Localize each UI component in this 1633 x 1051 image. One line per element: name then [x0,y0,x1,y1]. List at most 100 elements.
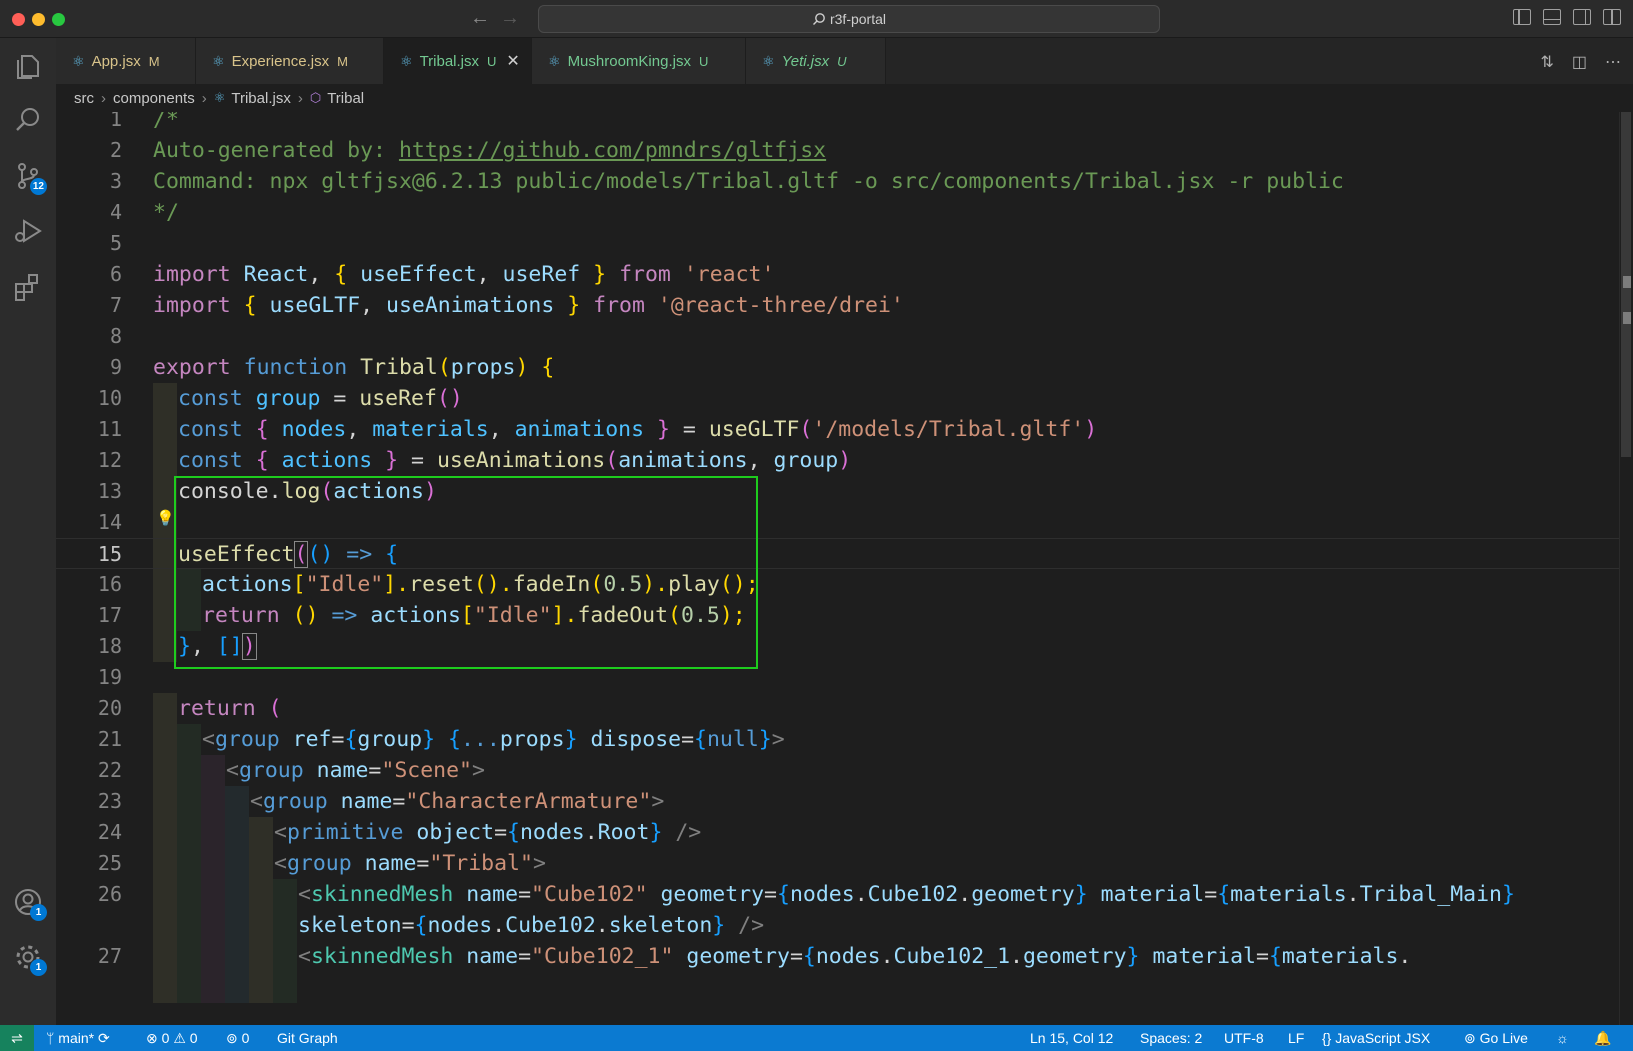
code-line: 19 [97,665,122,689]
command-center[interactable]: r3f-portal [538,5,1160,33]
code-line: 5 [109,231,122,255]
code-line: 7 import { useGLTF, useAnimations } from … [109,293,904,318]
react-file-icon: ⚛ [72,52,85,69]
code-line-wrapped: skeleton={nodes.Cube102.skeleton} /> [298,913,765,938]
problems-status[interactable]: ⊗ 0 ⚠ 0 [146,1025,198,1051]
braces-icon: {} [1322,1030,1332,1046]
copilot-icon[interactable]: ☼ [1556,1025,1569,1051]
breadcrumb-item-src[interactable]: src [74,90,94,107]
code-line: 11 const { nodes, materials, animations }… [97,417,1098,442]
close-window-button[interactable] [12,13,25,26]
code-line: 3 Command: npx gltfjsx@6.2.13 public/mode… [109,169,1344,194]
accounts-badge: 1 [30,904,47,921]
code-editor[interactable]: 1/* 2 Auto-generated by: https://github.c… [56,112,1633,1025]
tab-experience-jsx[interactable]: ⚛ Experience.jsx M [196,38,384,84]
breadcrumb-item-components[interactable]: components [113,90,195,107]
eol-status[interactable]: LF [1288,1025,1304,1051]
search-icon[interactable] [12,104,44,136]
tab-yeti-jsx[interactable]: ⚛ Yeti.jsx U [746,38,886,84]
git-graph-button[interactable]: Git Graph [277,1025,338,1051]
toggle-primary-sidebar-icon[interactable] [1513,9,1531,25]
breadcrumb-item-file[interactable]: Tribal.jsx [231,90,290,107]
code-line: 24 <primitive object={nodes.Root} /> [97,820,702,845]
indentation-status[interactable]: Spaces: 2 [1140,1025,1202,1051]
run-debug-icon[interactable] [12,215,44,247]
language-status[interactable]: {} JavaScript JSX [1322,1025,1430,1051]
code-line: 17 return () => actions["Idle"].fadeOut(0… [97,603,746,628]
tab-git-status: M [148,53,160,69]
branch-icon: ᛘ [46,1030,55,1046]
code-line: 26 <skinnedMesh name="Cube102" geometry={… [97,882,1515,907]
react-file-icon: ⚛ [548,52,561,69]
code-link[interactable]: https://github.com/pmndrs/gltfjsx [399,138,826,163]
source-control-badge: 12 [29,178,47,195]
explorer-icon[interactable] [12,50,44,82]
error-icon: ⊗ [146,1030,158,1046]
tab-mushroomking-jsx[interactable]: ⚛ MushroomKing.jsx U [532,38,746,84]
ports-status[interactable]: ⊚ 0 [226,1025,249,1051]
go-live-label: Go Live [1479,1030,1528,1046]
vertical-scrollbar[interactable] [1619,112,1633,1025]
status-bar: ⇌ ᛘ main* ⟳ ⊗ 0 ⚠ 0 ⊚ 0 Git Graph Ln 15,… [0,1025,1633,1051]
code-line: 12 const { actions } = useAnimations(anim… [97,448,852,473]
react-file-icon: ⚛ [762,52,775,69]
react-file-icon: ⚛ [400,52,413,69]
tab-label: Experience.jsx [231,52,330,70]
tab-tribal-jsx[interactable]: ⚛ Tribal.jsx U ✕ [384,38,532,84]
code-line: 20 return ( [97,696,282,721]
branch-status[interactable]: ᛘ main* ⟳ [46,1025,110,1051]
activity-bar: 12 1 1 [0,38,56,1025]
tab-label: Tribal.jsx [419,52,480,70]
code-line: 14 [97,510,122,534]
toggle-panel-icon[interactable] [1543,9,1561,25]
branch-name: main* [58,1030,95,1046]
accounts-icon[interactable]: 1 [12,886,47,921]
react-file-icon: ⚛ [212,52,225,69]
code-line: 22 <group name="Scene"> [97,758,485,783]
code-line: 4 */ [109,200,179,225]
cursor-position[interactable]: Ln 15, Col 12 [1030,1025,1113,1051]
go-live-button[interactable]: ⊚ Go Live [1464,1025,1528,1051]
customize-layout-icon[interactable] [1603,9,1621,25]
code-line: 6 import React, { useEffect, useRef } fro… [109,262,775,287]
editor-tab-bar: ⚛ App.jsx M ⚛ Experience.jsx M ⚛ Tribal.… [56,38,1633,84]
remote-indicator-icon[interactable]: ⇌ [0,1025,34,1051]
open-changes-icon[interactable]: ⇅ [1540,52,1553,72]
code-line: 27 <skinnedMesh name="Cube102_1" geometry… [97,944,1412,969]
code-line: 18}, []) [97,633,257,660]
source-control-icon[interactable]: 12 [12,160,47,195]
settings-icon[interactable]: 1 [12,941,47,976]
code-line-current: 15 useEffect(() => { [56,538,1633,569]
tab-label: MushroomKing.jsx [567,52,691,70]
encoding-status[interactable]: UTF-8 [1224,1025,1264,1051]
code-line: 16 actions["Idle"].reset().fadeIn(0.5).pl… [97,572,759,597]
code-line: 10 const group = useRef() [97,386,463,411]
scrollbar-marker [1623,276,1631,288]
back-arrow-icon[interactable]: ← [470,7,490,30]
split-editor-icon[interactable]: ◫ [1572,52,1587,72]
editor-actions: ⇅ ◫ ⋯ [1540,52,1621,72]
forward-arrow-icon[interactable]: → [500,7,520,30]
warning-count: 0 [189,1030,198,1046]
code-line: 13 console.log(actions) [97,479,437,504]
chevron-right-icon: › [201,89,207,107]
extensions-icon[interactable] [12,271,44,303]
more-actions-icon[interactable]: ⋯ [1605,52,1621,72]
tab-git-status: U [487,53,497,69]
code-line: 1/* [109,112,179,132]
code-line: 2 Auto-generated by: https://github.com/p… [109,138,827,163]
code-line: 25 <group name="Tribal"> [97,851,546,876]
zoom-window-button[interactable] [52,13,65,26]
sync-icon: ⟳ [97,1030,110,1046]
lightbulb-icon[interactable]: 💡 [156,509,175,527]
react-file-icon: ⚛ [213,90,226,105]
close-icon[interactable]: ✕ [506,51,519,71]
tab-app-jsx[interactable]: ⚛ App.jsx M [56,38,196,84]
bell-icon[interactable]: 🔔 [1594,1025,1611,1051]
code-line: 8 [109,324,122,348]
code-line: 21 <group ref={group} {...props} dispose=… [97,727,785,752]
tab-git-status: U [837,53,847,69]
toggle-secondary-sidebar-icon[interactable] [1573,9,1591,25]
breadcrumb-item-symbol[interactable]: Tribal [327,90,364,107]
minimize-window-button[interactable] [32,13,45,26]
